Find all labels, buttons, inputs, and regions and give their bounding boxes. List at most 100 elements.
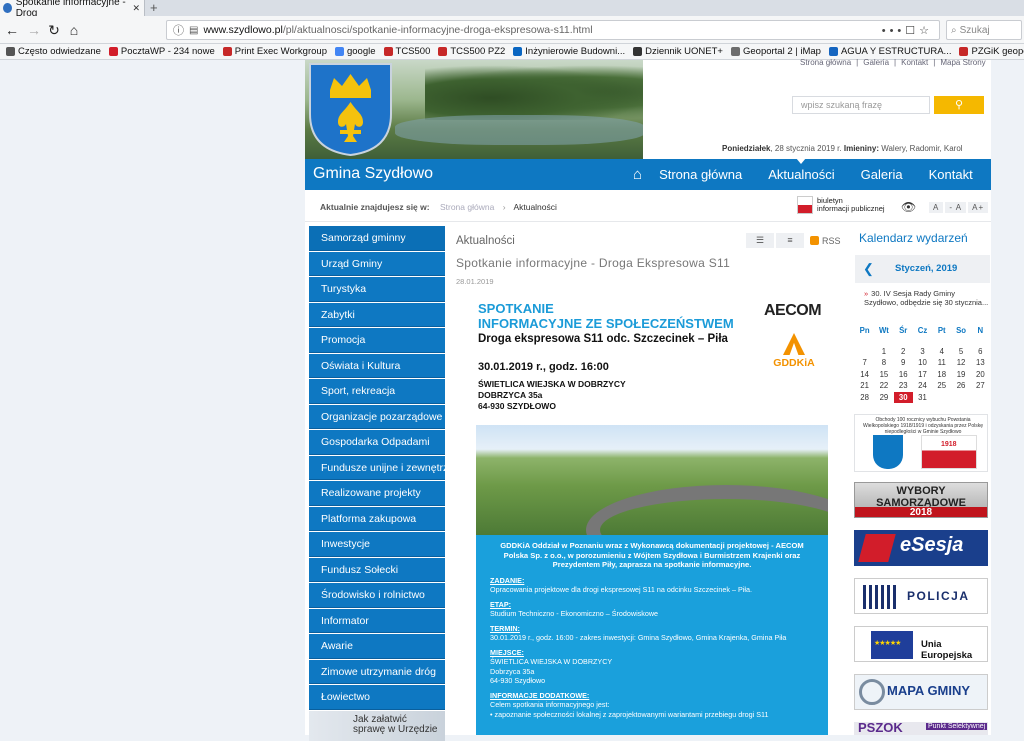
banner-pszok[interactable]: PSZOK Punkt Selektywnej <box>854 722 988 735</box>
sidebar-item[interactable]: Zimowe utrzymanie dróg <box>309 659 445 684</box>
sidebar-item[interactable]: Fundusze unijne i zewnętrzne <box>309 455 445 480</box>
calendar-day[interactable]: 23 <box>894 380 913 392</box>
banner-esesja[interactable]: eSesja <box>854 530 988 566</box>
site-search-input[interactable]: wpisz szukaną frazę <box>792 96 930 114</box>
sidebar-item[interactable]: Platforma zakupowa <box>309 506 445 531</box>
contrast-eye-icon[interactable]: 👁 <box>901 200 916 214</box>
top-link[interactable]: Mapa Strony <box>940 58 985 67</box>
forward-icon[interactable]: → <box>24 20 44 40</box>
compact-view-icon[interactable]: ≡ <box>776 233 804 248</box>
calendar-day[interactable]: 19 <box>951 369 970 381</box>
font-size-button[interactable]: A+ <box>968 202 989 213</box>
top-link[interactable]: Strona główna <box>800 58 851 67</box>
home-icon[interactable]: ⌂ <box>633 166 642 183</box>
calendar-day[interactable]: 24 <box>913 380 932 392</box>
url-bar[interactable]: ⓘ ▤ www.szydlowo.pl/pl/aktualnosci/spotk… <box>166 20 940 40</box>
banner-elections[interactable]: WYBORY SAMORZĄDOWE 2018 <box>854 482 988 518</box>
calendar-day[interactable]: 29 <box>874 392 893 404</box>
sidebar-item[interactable]: Gospodarka Odpadami <box>309 430 445 455</box>
home-icon[interactable]: ⌂ <box>64 20 84 40</box>
calendar-day[interactable]: 30 <box>893 391 913 403</box>
site-brand[interactable]: Gmina Szydłowo <box>313 165 433 183</box>
calendar-day[interactable]: 11 <box>932 357 951 369</box>
info-icon[interactable]: ⓘ <box>173 22 184 38</box>
bookmark-item[interactable]: AGUA Y ESTRUCTURA... <box>828 46 951 57</box>
bookmark-item[interactable]: Często odwiedzane <box>6 46 101 57</box>
sidebar-item[interactable]: Realizowane projekty <box>309 481 445 506</box>
sidebar-item[interactable]: Łowiectwo <box>309 685 445 710</box>
sidebar-item[interactable]: Turystyka <box>309 277 445 302</box>
calendar-day[interactable]: 25 <box>932 380 951 392</box>
bookmark-item[interactable]: Print Exec Workgroup <box>222 46 327 57</box>
bookmark-item[interactable]: Dziennik UONET+ <box>633 46 723 57</box>
sidebar-item[interactable]: Oświata i Kultura <box>309 353 445 378</box>
back-icon[interactable]: ← <box>2 20 22 40</box>
calendar-day[interactable]: 22 <box>874 380 893 392</box>
font-size-button[interactable]: - A <box>945 202 967 213</box>
calendar-day[interactable]: 13 <box>971 357 990 369</box>
close-tab-icon[interactable]: ✕ <box>132 3 140 14</box>
calendar-day[interactable]: 8 <box>874 357 893 369</box>
calendar-event[interactable]: 30. IV Sesja Rady Gminy Szydłowo, odbędz… <box>864 289 990 307</box>
calendar-day[interactable]: 17 <box>913 369 932 381</box>
reload-icon[interactable]: ↻ <box>44 20 64 40</box>
article-title[interactable]: Spotkanie informacyjne - Droga Ekspresow… <box>456 256 730 270</box>
banner-policja[interactable]: POLICJA <box>854 578 988 614</box>
calendar-day[interactable]: 14 <box>855 369 874 381</box>
calendar-day[interactable]: 3 <box>913 346 932 358</box>
bookmark-item[interactable]: PocztaWP - 234 nowe <box>108 46 215 57</box>
page-actions-icon[interactable]: •••☐☆ <box>882 24 933 37</box>
sidebar-item[interactable]: Inwestycje <box>309 532 445 557</box>
sidebar-item[interactable]: Fundusz Sołecki <box>309 557 445 582</box>
sidebar-item[interactable]: Samorząd gminny <box>309 226 445 251</box>
calendar-day[interactable]: 7 <box>855 357 874 369</box>
calendar-day[interactable]: 16 <box>894 369 913 381</box>
nav-item[interactable]: Strona główna <box>659 167 742 182</box>
nav-item[interactable]: Aktualności <box>768 158 835 182</box>
sidebar-item[interactable]: Organizacje pozarządowe <box>309 404 445 429</box>
new-tab-icon[interactable]: + <box>150 0 158 15</box>
calendar-day[interactable]: 2 <box>894 346 913 358</box>
bookmark-item[interactable]: TCS500 <box>383 46 430 57</box>
bookmark-item[interactable]: Geoportal 2 | iMap <box>730 46 821 57</box>
calendar-day[interactable]: 26 <box>951 380 970 392</box>
calendar-day[interactable]: 31 <box>913 392 932 404</box>
browser-search-input[interactable]: ⌕ Szukaj <box>946 20 1022 40</box>
calendar-day[interactable]: 6 <box>971 346 990 358</box>
calendar-day[interactable]: 18 <box>932 369 951 381</box>
calendar-day[interactable]: 15 <box>874 369 893 381</box>
sidebar-item[interactable]: Sport, rekreacja <box>309 379 445 404</box>
nav-item[interactable]: Galeria <box>861 167 903 182</box>
bookmark-item[interactable]: Inżynierowie Budowni... <box>513 46 625 57</box>
calendar-day[interactable]: 4 <box>932 346 951 358</box>
calendar-day[interactable]: 27 <box>971 380 990 392</box>
browser-tab[interactable]: Spotkanie informacyjne - Drog ✕ <box>0 0 145 19</box>
calendar-day[interactable]: 21 <box>855 380 874 392</box>
nav-item[interactable]: Kontakt <box>929 167 973 182</box>
calendar-day[interactable]: 28 <box>855 392 874 404</box>
banner-map[interactable]: MAPA GMINY <box>854 674 988 710</box>
sidebar-item[interactable]: Informator <box>309 608 445 633</box>
sidebar-item[interactable]: Urząd Gminy <box>309 251 445 276</box>
bip-link[interactable]: biuletyn informacji publicznej <box>797 196 885 214</box>
top-link[interactable]: Galeria <box>863 58 889 67</box>
calendar-day[interactable]: 20 <box>971 369 990 381</box>
font-size-button[interactable]: A <box>929 202 944 213</box>
prev-month-icon[interactable]: ❮ <box>863 261 874 277</box>
banner-100-anniversary[interactable]: Obchody 100 rocznicy wybuchu Powstania W… <box>854 414 988 472</box>
calendar-day[interactable]: 12 <box>951 357 970 369</box>
bookmark-item[interactable]: TCS500 PZ2 <box>438 46 505 57</box>
calendar-day[interactable]: 1 <box>874 346 893 358</box>
breadcrumb-home[interactable]: Strona główna <box>440 202 494 212</box>
sidebar-promo[interactable]: Jak załatwić sprawę w Urzędzie <box>309 710 445 741</box>
calendar-day[interactable]: 10 <box>913 357 932 369</box>
sidebar-item[interactable]: Środowisko i rolnictwo <box>309 583 445 608</box>
list-view-icon[interactable]: ☰ <box>746 233 774 248</box>
top-link[interactable]: Kontakt <box>901 58 928 67</box>
sidebar-item[interactable]: Promocja <box>309 328 445 353</box>
sidebar-item[interactable]: Zabytki <box>309 302 445 327</box>
banner-eu[interactable]: Unia Europejska <box>854 626 988 662</box>
calendar-day[interactable]: 5 <box>951 346 970 358</box>
coat-of-arms-icon[interactable] <box>308 62 393 157</box>
sidebar-item[interactable]: Awarie <box>309 634 445 659</box>
